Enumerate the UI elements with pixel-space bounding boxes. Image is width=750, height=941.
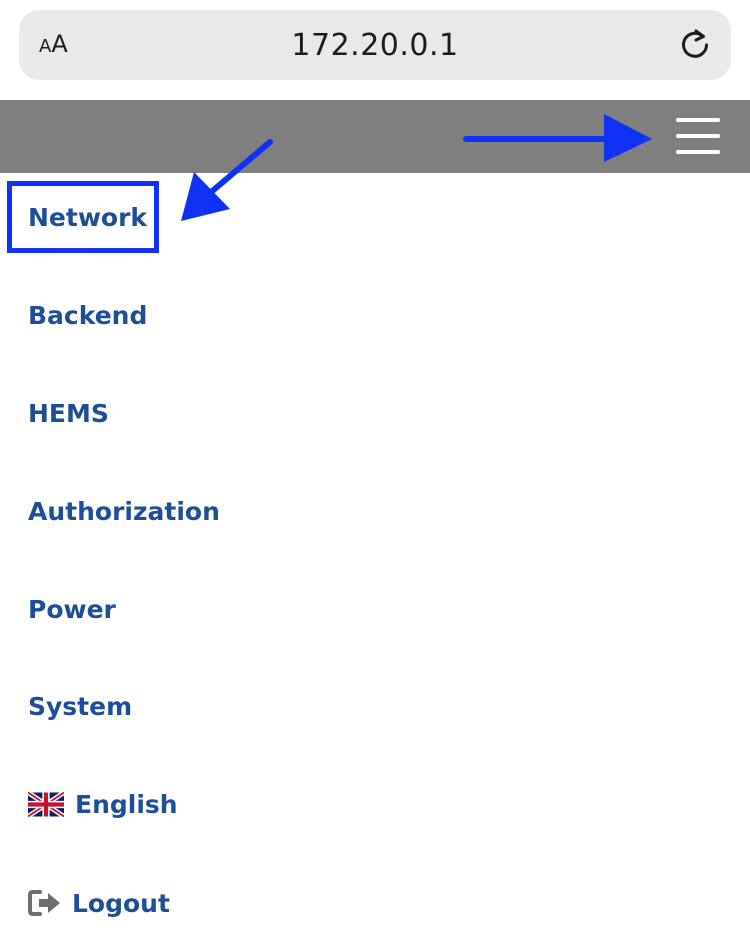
menu-item-authorization[interactable]: Authorization: [28, 499, 220, 524]
menu-item-logout[interactable]: Logout: [28, 889, 170, 917]
uk-flag-icon: [26, 790, 66, 819]
menu-item-label: HEMS: [28, 399, 109, 428]
url-text[interactable]: 172.20.0.1: [19, 28, 731, 63]
menu-item-label: System: [28, 692, 133, 721]
menu-item-label: Backend: [28, 301, 148, 330]
reload-icon[interactable]: [677, 27, 713, 63]
menu-item-hems[interactable]: HEMS: [28, 401, 109, 426]
menu-item-system[interactable]: System: [28, 694, 132, 719]
hamburger-menu-icon[interactable]: [676, 116, 720, 156]
menu-item-language[interactable]: English: [26, 790, 178, 819]
menu-item-label: Power: [28, 595, 116, 624]
menu-item-label: English: [75, 790, 178, 819]
menu-item-power[interactable]: Power: [28, 597, 116, 622]
menu-item-label: Authorization: [28, 497, 220, 526]
menu-item-backend[interactable]: Backend: [28, 303, 147, 328]
site-header: [0, 100, 750, 173]
menu-item-label: Logout: [72, 888, 170, 918]
url-bar[interactable]: AA 172.20.0.1: [19, 10, 731, 80]
logout-icon: [28, 889, 62, 917]
browser-address-bar: AA 172.20.0.1: [0, 0, 750, 100]
network-highlight-box: [7, 181, 159, 253]
